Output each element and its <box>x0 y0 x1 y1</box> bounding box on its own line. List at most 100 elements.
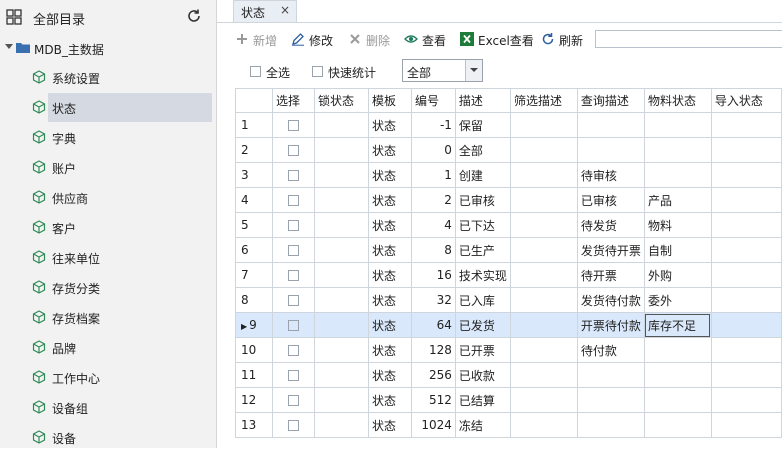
row-checkbox[interactable] <box>287 395 299 406</box>
material-status-cell[interactable] <box>643 137 712 163</box>
row-number[interactable]: 6 <box>235 237 273 263</box>
edit-button[interactable]: 修改 <box>291 28 341 52</box>
select-cell[interactable] <box>271 137 315 163</box>
row-number[interactable]: 2 <box>235 137 273 163</box>
select-cell[interactable] <box>271 262 315 288</box>
query-description-cell[interactable]: 发货待开票 <box>576 237 645 263</box>
select-cell[interactable] <box>271 412 315 438</box>
number-cell[interactable]: 8 <box>410 237 456 263</box>
sidebar-item[interactable]: 品牌 <box>0 333 212 362</box>
row-checkbox[interactable] <box>287 120 299 131</box>
import-status-cell[interactable] <box>710 162 782 188</box>
import-status-cell[interactable] <box>710 412 782 438</box>
filter-description-cell[interactable] <box>509 362 578 388</box>
close-icon[interactable]: × <box>280 3 290 17</box>
row-number[interactable]: ▶ 9 <box>235 312 273 338</box>
column-header[interactable] <box>235 88 273 113</box>
material-status-cell[interactable] <box>643 362 712 388</box>
import-status-cell[interactable] <box>710 137 782 163</box>
template-cell[interactable]: 状态 <box>367 237 412 263</box>
import-status-cell[interactable] <box>710 262 782 288</box>
select-cell[interactable] <box>271 312 315 338</box>
number-cell[interactable]: 256 <box>410 362 456 388</box>
query-description-cell[interactable]: 开票待付款 <box>576 312 645 338</box>
row-number[interactable]: 10 <box>235 337 273 363</box>
row-number[interactable]: 7 <box>235 262 273 288</box>
number-cell[interactable]: 1024 <box>410 412 456 438</box>
description-cell[interactable]: 已入库 <box>454 287 511 313</box>
description-cell[interactable]: 冻结 <box>454 412 511 438</box>
import-status-cell[interactable] <box>710 337 782 363</box>
sidebar-item[interactable]: 供应商 <box>0 183 212 212</box>
material-status-cell[interactable]: 库存不足 <box>643 312 712 338</box>
column-header[interactable]: 查询描述 <box>576 88 645 113</box>
table-row[interactable]: 12 状态 512 已结算 <box>235 387 782 413</box>
material-status-cell[interactable]: 外购 <box>643 262 712 288</box>
table-row[interactable]: 5 状态 4 已下达 待发货 物料 <box>235 212 782 238</box>
filter-description-cell[interactable] <box>509 312 578 338</box>
template-cell[interactable]: 状态 <box>367 262 412 288</box>
column-header[interactable]: 筛选描述 <box>509 88 578 113</box>
row-number[interactable]: 8 <box>235 287 273 313</box>
filter-description-cell[interactable] <box>509 262 578 288</box>
sidebar-item[interactable]: 设备组 <box>0 393 212 422</box>
select-cell[interactable] <box>271 362 315 388</box>
template-cell[interactable]: 状态 <box>367 287 412 313</box>
query-description-cell[interactable] <box>576 137 645 163</box>
column-header[interactable]: 导入状态 <box>710 88 782 113</box>
filter-description-cell[interactable] <box>509 237 578 263</box>
search-input[interactable] <box>595 30 782 48</box>
material-status-cell[interactable] <box>643 112 712 138</box>
query-description-cell[interactable] <box>576 412 645 438</box>
description-cell[interactable]: 已收款 <box>454 362 511 388</box>
description-cell[interactable]: 已审核 <box>454 187 511 213</box>
template-cell[interactable]: 状态 <box>367 362 412 388</box>
lock-status-cell[interactable] <box>313 212 369 238</box>
number-cell[interactable]: 0 <box>410 137 456 163</box>
description-cell[interactable]: 已发货 <box>454 312 511 338</box>
query-description-cell[interactable]: 待审核 <box>576 162 645 188</box>
sidebar-item[interactable]: 账户 <box>0 153 212 182</box>
select-cell[interactable] <box>271 212 315 238</box>
lock-status-cell[interactable] <box>313 387 369 413</box>
template-cell[interactable]: 状态 <box>367 187 412 213</box>
query-description-cell[interactable]: 已审核 <box>576 187 645 213</box>
row-checkbox[interactable] <box>287 270 299 281</box>
query-description-cell[interactable]: 发货待付款 <box>576 287 645 313</box>
lock-status-cell[interactable] <box>313 187 369 213</box>
template-cell[interactable]: 状态 <box>367 387 412 413</box>
sidebar-item[interactable]: 字典 <box>0 123 212 152</box>
material-status-cell[interactable] <box>643 337 712 363</box>
row-checkbox[interactable] <box>287 170 299 181</box>
new-button[interactable]: 新增 <box>235 28 283 52</box>
filter-description-cell[interactable] <box>509 212 578 238</box>
select-all-checkbox[interactable] <box>250 66 261 77</box>
column-header[interactable]: 锁状态 <box>313 88 369 113</box>
table-row[interactable]: 4 状态 2 已审核 已审核 产品 <box>235 187 782 213</box>
query-description-cell[interactable] <box>576 362 645 388</box>
table-row[interactable]: 2 状态 0 全部 <box>235 137 782 163</box>
description-cell[interactable]: 已下达 <box>454 212 511 238</box>
sidebar-item[interactable]: 工作中心 <box>0 363 212 392</box>
number-cell[interactable]: 64 <box>410 312 456 338</box>
row-checkbox[interactable] <box>287 195 299 206</box>
number-cell[interactable]: -1 <box>410 112 456 138</box>
table-row[interactable]: 1 状态 -1 保留 <box>235 112 782 138</box>
sidebar-item[interactable]: 状态 <box>0 93 212 122</box>
import-status-cell[interactable] <box>710 212 782 238</box>
refresh-icon[interactable] <box>186 8 202 24</box>
number-cell[interactable]: 512 <box>410 387 456 413</box>
import-status-cell[interactable] <box>710 237 782 263</box>
query-description-cell[interactable] <box>576 112 645 138</box>
template-cell[interactable]: 状态 <box>367 312 412 338</box>
import-status-cell[interactable] <box>710 287 782 313</box>
query-description-cell[interactable]: 待开票 <box>576 262 645 288</box>
lock-status-cell[interactable] <box>313 312 369 338</box>
description-cell[interactable]: 已结算 <box>454 387 511 413</box>
chevron-down-icon[interactable] <box>465 60 482 81</box>
number-cell[interactable]: 1 <box>410 162 456 188</box>
select-cell[interactable] <box>271 237 315 263</box>
select-cell[interactable] <box>271 287 315 313</box>
column-header[interactable]: 模板 <box>367 88 412 113</box>
template-cell[interactable]: 状态 <box>367 137 412 163</box>
